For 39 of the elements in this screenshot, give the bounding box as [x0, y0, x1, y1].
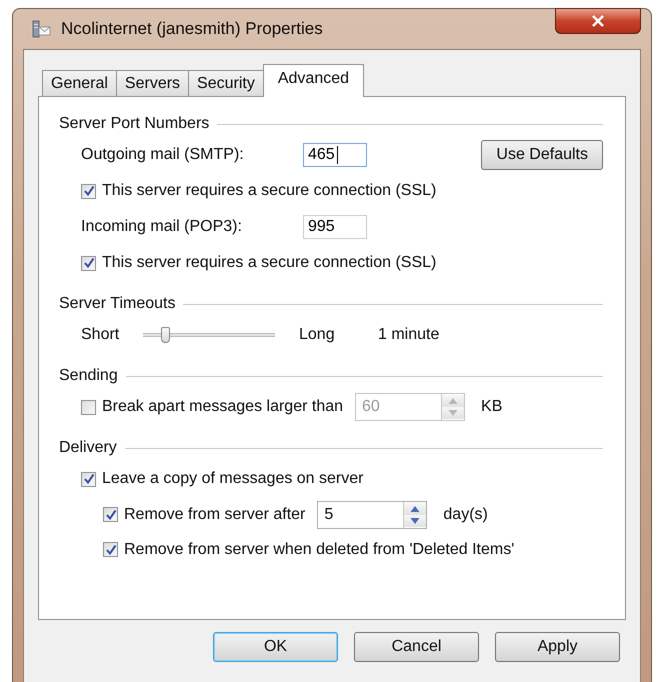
close-icon [591, 15, 605, 27]
dialog-button[interactable]: Apply [495, 632, 620, 662]
port-input-field[interactable]: 995 [303, 215, 367, 239]
unit-label: day(s) [443, 506, 488, 524]
tab[interactable]: General [42, 70, 117, 96]
text-cursor [337, 146, 338, 164]
tab[interactable]: Advanced [262, 64, 364, 97]
field-label: Outgoing mail (SMTP): [81, 146, 245, 164]
unit-label: KB [481, 398, 502, 416]
tab[interactable]: Security [188, 70, 264, 96]
checkbox-label: Leave a copy of messages on server [102, 470, 364, 488]
checkbox[interactable] [81, 472, 96, 486]
checkbox-label: This server requires a secure connection (SSL) [102, 254, 436, 272]
checkbox-label: Remove from server when deleted from 'Deleted Items' [124, 540, 514, 558]
checkbox[interactable] [81, 256, 96, 270]
group-heading: Server Timeouts [59, 295, 176, 313]
dialog-button[interactable]: Cancel [354, 632, 479, 662]
timeout-value: 1 minute [378, 326, 440, 344]
group-heading: Delivery [59, 439, 117, 457]
dialog-button[interactable]: OK [213, 632, 338, 662]
checkbox[interactable] [81, 184, 96, 198]
use-defaults-button[interactable]: Use Defaults [481, 140, 603, 170]
checkbox-label: Remove from server after [124, 506, 306, 524]
checkbox-label: This server requires a secure connection (SSL) [102, 182, 436, 200]
tab[interactable]: Servers [116, 70, 190, 96]
group-heading: Sending [59, 367, 118, 385]
slider-thumb[interactable] [160, 327, 170, 343]
close-button[interactable] [555, 8, 641, 34]
port-input-field[interactable]: 465 [303, 143, 367, 167]
field-label: Incoming mail (POP3): [81, 218, 243, 236]
checkbox-label: Break apart messages larger than [102, 398, 344, 416]
checkbox[interactable] [103, 507, 118, 522]
slider-min-label: Short [81, 326, 120, 344]
number-spin-field[interactable]: 5 [317, 500, 428, 528]
checkbox[interactable] [103, 542, 118, 557]
group-heading: Server Port Numbers [59, 115, 210, 133]
window-title: Ncolinternet (janesmith) Properties [61, 19, 323, 39]
server-mail-icon [31, 19, 51, 39]
slider-max-label: Long [299, 326, 336, 344]
